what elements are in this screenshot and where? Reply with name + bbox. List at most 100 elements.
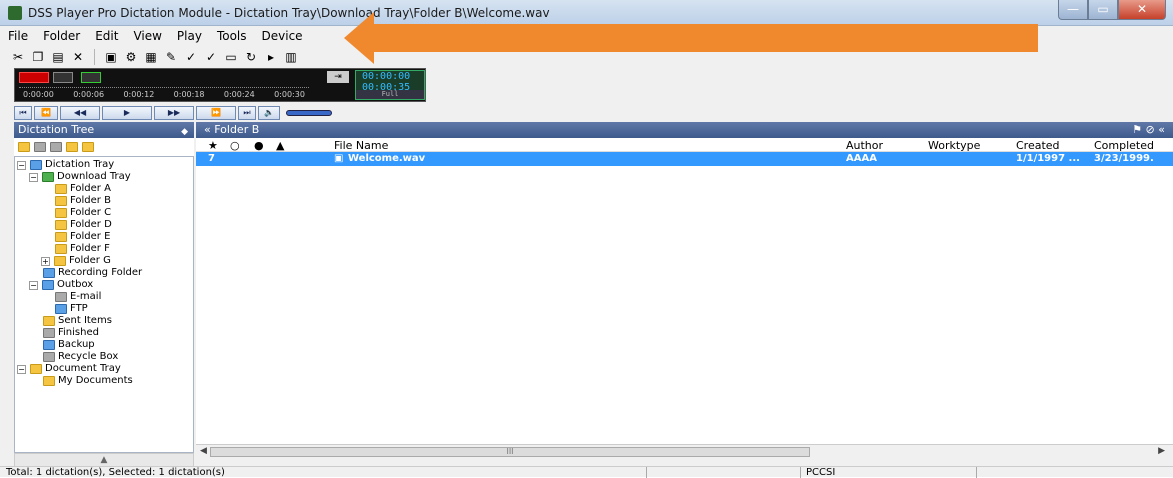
tree-folder-b[interactable]: Folder B: [55, 195, 111, 207]
folder-gray-icon[interactable]: [34, 142, 46, 152]
rewind-fast-icon[interactable]: ⏪: [34, 106, 58, 120]
expand-icon[interactable]: +: [41, 256, 50, 266]
tree-outbox[interactable]: − Outbox: [29, 279, 93, 291]
check-gray-icon[interactable]: ✓: [203, 49, 219, 65]
cut-icon[interactable]: ✂: [10, 49, 26, 65]
tree-label: Folder C: [70, 207, 112, 218]
forward-fast-icon[interactable]: ⏩: [196, 106, 236, 120]
tree-folder-a[interactable]: Folder A: [55, 183, 111, 195]
tree-label: E-mail: [70, 291, 102, 302]
menu-view[interactable]: View: [133, 29, 161, 43]
tree-folder-f[interactable]: Folder F: [55, 243, 110, 255]
folder-icon[interactable]: [66, 142, 78, 152]
delete-icon[interactable]: ✕: [70, 49, 86, 65]
tree-label: Folder B: [70, 195, 111, 206]
folder-gray-icon[interactable]: [50, 142, 62, 152]
new-folder-icon[interactable]: [18, 142, 30, 152]
no-filter-icon[interactable]: ⊘: [1146, 123, 1155, 136]
transcribe-icon[interactable]: ✎: [163, 49, 179, 65]
close-button[interactable]: ✕: [1118, 0, 1166, 20]
tree-scroll-up[interactable]: ▲: [14, 453, 194, 467]
tree-folder-d[interactable]: Folder D: [55, 219, 112, 231]
column-worktype[interactable]: Worktype: [928, 139, 980, 152]
tree-backup[interactable]: Backup: [43, 339, 95, 351]
speaker-icon[interactable]: 🔈: [258, 106, 280, 120]
tree-folder-g[interactable]: + Folder G: [41, 255, 111, 267]
scroll-left-icon[interactable]: ◀: [200, 446, 207, 456]
collapse-icon[interactable]: −: [29, 280, 38, 290]
collapse-icon[interactable]: −: [29, 172, 38, 182]
start-icon[interactable]: ⏮: [14, 106, 32, 120]
column-file-name[interactable]: File Name: [334, 139, 388, 152]
paste-icon[interactable]: ▤: [50, 49, 66, 65]
edit-icon[interactable]: ▦: [143, 49, 159, 65]
window-icon[interactable]: ▭: [223, 49, 239, 65]
tree-folder-c[interactable]: Folder C: [55, 207, 111, 219]
menu-tools[interactable]: Tools: [217, 29, 247, 43]
end-icon[interactable]: ⏭: [238, 106, 256, 120]
folder-open-icon[interactable]: [82, 142, 94, 152]
menu-file[interactable]: File: [8, 29, 28, 43]
fast-forward-icon[interactable]: ▶▶: [154, 106, 194, 120]
tree-recording-folder[interactable]: Recording Folder: [43, 267, 142, 279]
status-device: PCCSI: [806, 467, 836, 478]
tree-finished[interactable]: Finished: [43, 327, 99, 339]
scroll-right-icon[interactable]: ▶: [1158, 446, 1165, 456]
mode-indicator[interactable]: Full: [356, 90, 424, 99]
tree-my-documents[interactable]: My Documents: [43, 375, 133, 387]
priority-column-icon[interactable]: ★: [208, 139, 218, 152]
device-icon[interactable]: ▥: [283, 49, 299, 65]
ftp-icon: [55, 304, 67, 314]
indicator-green[interactable]: [81, 72, 101, 83]
rewind-icon[interactable]: ◀◀: [60, 106, 100, 120]
volume-slider[interactable]: [286, 110, 332, 116]
checkmark-icon[interactable]: ✓: [183, 49, 199, 65]
timeline-tick: 0:00:24: [223, 90, 255, 99]
row-completed: 3/23/1999.: [1094, 153, 1154, 164]
collapse-icon[interactable]: −: [17, 364, 26, 374]
speech-column-icon[interactable]: ●: [254, 139, 264, 152]
collapse-panel-icon[interactable]: «: [1158, 123, 1165, 136]
folder-icon: [43, 376, 55, 386]
timeline[interactable]: 0:00:00 0:00:06 0:00:12 0:00:18 0:00:24 …: [19, 87, 309, 99]
tree-dictation-tray[interactable]: − Dictation Tray: [17, 159, 114, 171]
refresh-icon[interactable]: ↻: [243, 49, 259, 65]
filter-icon[interactable]: ⚑: [1132, 123, 1142, 136]
loop-icon[interactable]: ⇥: [327, 71, 349, 83]
scroll-thumb[interactable]: III: [210, 447, 810, 457]
menu-edit[interactable]: Edit: [95, 29, 118, 43]
menu-play[interactable]: Play: [177, 29, 202, 43]
timeline-tick: 0:00:30: [274, 90, 305, 99]
comment-column-icon[interactable]: ○: [230, 139, 240, 152]
indicator-gray[interactable]: [53, 72, 73, 83]
new-dictation-icon[interactable]: ▣: [103, 49, 119, 65]
table-row[interactable]: 7 ▣ Welcome.wav AAAA 1/1/1997 ... 3/23/1…: [196, 152, 1173, 166]
tree-document-tray[interactable]: − Document Tray: [17, 363, 121, 375]
column-completed[interactable]: Completed: [1094, 139, 1154, 152]
collapse-icon[interactable]: −: [17, 160, 26, 170]
play-icon[interactable]: ▶: [102, 106, 152, 120]
copy-icon[interactable]: ❐: [30, 49, 46, 65]
tree-email[interactable]: E-mail: [55, 291, 101, 303]
record-indicator[interactable]: [19, 72, 49, 83]
column-author[interactable]: Author: [846, 139, 883, 152]
document-tray-icon: [30, 364, 42, 374]
properties-icon[interactable]: ⚙: [123, 49, 139, 65]
tree-download-tray[interactable]: − Download Tray: [29, 171, 131, 183]
tree-folder-e[interactable]: Folder E: [55, 231, 110, 243]
maximize-button[interactable]: ▭: [1088, 0, 1118, 20]
tree-recycle-box[interactable]: Recycle Box: [43, 351, 118, 363]
tree-ftp[interactable]: FTP: [55, 303, 88, 315]
tree-label: My Documents: [58, 375, 133, 386]
minimize-button[interactable]: —: [1058, 0, 1088, 20]
time-display: 00:00:00 00:00:35 Full: [355, 70, 425, 100]
horizontal-scrollbar[interactable]: ◀ III ▶: [196, 444, 1173, 458]
column-created[interactable]: Created: [1016, 139, 1060, 152]
lock-column-icon[interactable]: ▲: [276, 139, 284, 152]
tree-sent-items[interactable]: Sent Items: [43, 315, 112, 327]
menu-device[interactable]: Device: [262, 29, 303, 43]
send-icon[interactable]: ▸: [263, 49, 279, 65]
dictation-list[interactable]: [196, 166, 1173, 444]
status-divider: [646, 467, 647, 478]
menu-folder[interactable]: Folder: [43, 29, 80, 43]
